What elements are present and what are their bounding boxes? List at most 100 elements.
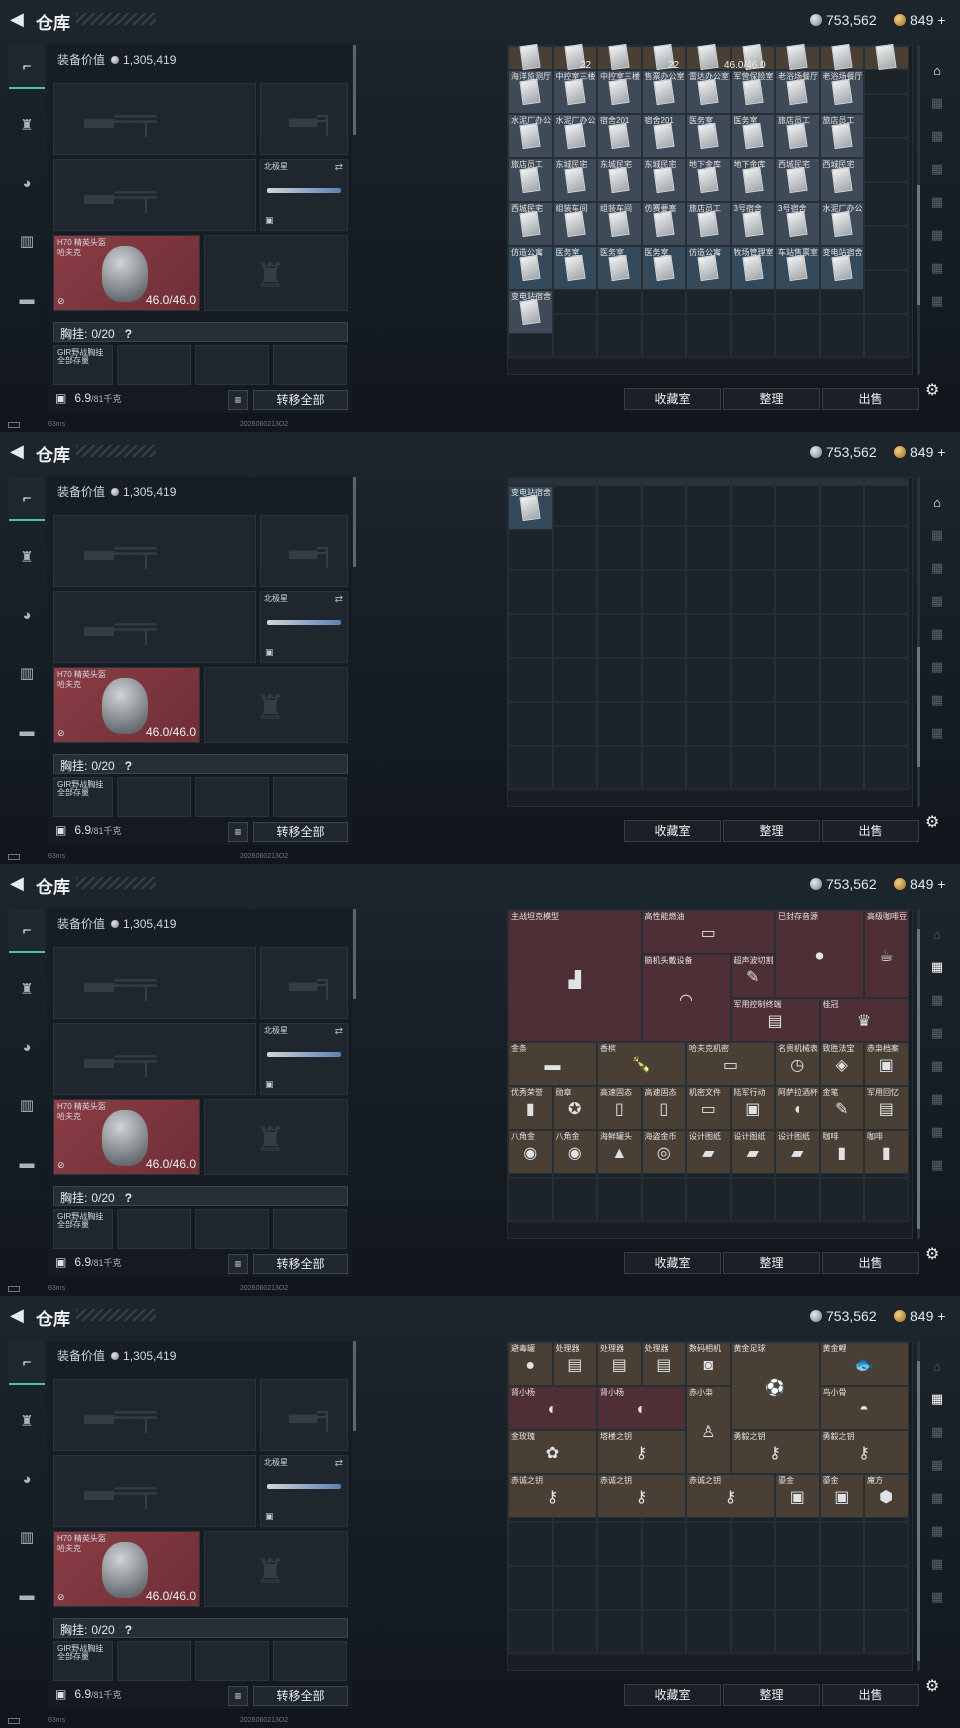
pocket-slot[interactable]: [273, 1641, 347, 1681]
storage-item[interactable]: 机密文件 ▭: [686, 1086, 731, 1130]
empty-cell[interactable]: [775, 702, 820, 746]
help-icon[interactable]: ?: [125, 327, 132, 341]
empty-cell[interactable]: [819, 658, 864, 702]
empty-cell[interactable]: [508, 702, 553, 746]
empty-cell[interactable]: [552, 1610, 597, 1654]
empty-cell[interactable]: [864, 702, 909, 746]
storage-item[interactable]: 东城民宅: [552, 158, 597, 202]
partial-cell[interactable]: [864, 478, 909, 486]
pocket-slot[interactable]: [195, 1641, 269, 1681]
storage-scrollbar[interactable]: [917, 1341, 920, 1671]
storage-item[interactable]: 赤诚之钥 ⚷: [597, 1474, 686, 1518]
empty-cell[interactable]: [641, 1566, 686, 1610]
empty-cell[interactable]: [597, 658, 642, 702]
pocket-slot[interactable]: [195, 1209, 269, 1249]
organize-button[interactable]: 整理: [723, 820, 820, 842]
empty-cell[interactable]: [597, 702, 642, 746]
warehouse-page-tab[interactable]: ▦: [923, 220, 951, 250]
empty-cell[interactable]: [597, 482, 642, 526]
empty-cell[interactable]: [819, 482, 864, 526]
warehouse-page-tab[interactable]: ▦: [923, 1450, 951, 1480]
partial-cell[interactable]: [597, 478, 642, 486]
empty-cell[interactable]: [730, 1178, 775, 1222]
storage-item[interactable]: 赤枭档案 ▣: [864, 1042, 909, 1086]
storage-item[interactable]: 海盗金币 ◎: [641, 1130, 686, 1174]
storage-item[interactable]: [597, 43, 642, 71]
empty-cell[interactable]: [686, 570, 731, 614]
storage-item[interactable]: 老浴场餐厅: [775, 70, 820, 114]
storage-item[interactable]: 黄金鲤 🐟: [819, 1342, 909, 1386]
pistol-slot[interactable]: ▬╕: [260, 947, 348, 1019]
warehouse-page-tab[interactable]: ▦: [923, 1051, 951, 1081]
empty-cell[interactable]: [775, 614, 820, 658]
warehouse-page-tab[interactable]: ▦: [923, 586, 951, 616]
primary-weapon-slot[interactable]: ▬═╤: [53, 515, 256, 587]
armor-slot[interactable]: ♜: [204, 667, 348, 743]
swap-icon[interactable]: ⇄: [335, 594, 343, 605]
empty-cell[interactable]: [641, 1522, 686, 1566]
storage-item[interactable]: 3号宿舍: [775, 202, 820, 246]
chest-rig-slot[interactable]: GIR野战胸挂 全部存量: [53, 777, 113, 817]
melee-slot[interactable]: 北极星 ⇄ ▣: [260, 159, 348, 231]
chest-rig-slot[interactable]: GIR野战胸挂 全部存量: [53, 345, 113, 385]
nav-tab-helmet[interactable]: ◕: [9, 161, 45, 205]
partial-cell[interactable]: [730, 478, 775, 486]
settings-icon[interactable]: ⚙: [925, 1244, 939, 1264]
storage-item[interactable]: 金条 ▬: [508, 1042, 597, 1086]
nav-tab-weapon[interactable]: ⌐: [9, 909, 45, 953]
storage-item[interactable]: 水泥厂办公: [819, 202, 864, 246]
storage-item[interactable]: 肾小杨 ◐: [597, 1386, 686, 1430]
primary-weapon-slot[interactable]: ▬═╤: [53, 83, 256, 155]
nav-tab-case[interactable]: ▬: [9, 709, 45, 753]
storage-item[interactable]: 组装车间: [552, 202, 597, 246]
collection-room-button[interactable]: 收藏室: [624, 1252, 721, 1274]
empty-cell[interactable]: [597, 570, 642, 614]
empty-cell[interactable]: [864, 614, 909, 658]
storage-item[interactable]: 勋章 ✪: [552, 1086, 597, 1130]
storage-item[interactable]: 金笔 ✎: [819, 1086, 864, 1130]
empty-cell[interactable]: [641, 570, 686, 614]
nav-tab-backpack[interactable]: ▥: [9, 1083, 45, 1127]
help-icon[interactable]: ?: [125, 759, 132, 773]
storage-item[interactable]: 老浴场餐厅: [819, 70, 864, 114]
warehouse-page-tab[interactable]: ▦: [923, 952, 951, 982]
warehouse-page-tab[interactable]: ▦: [923, 1084, 951, 1114]
empty-cell[interactable]: [552, 746, 597, 790]
warehouse-page-tab[interactable]: ⌂: [923, 919, 951, 949]
partial-cell[interactable]: [775, 478, 820, 486]
storage-item[interactable]: 变电站宿舍: [508, 290, 553, 334]
partial-cell[interactable]: [641, 478, 686, 486]
storage-item[interactable]: 宿舍201: [597, 114, 642, 158]
sell-button[interactable]: 出售: [822, 1252, 919, 1274]
storage-item[interactable]: 仿造公寓: [508, 246, 553, 290]
warehouse-page-tab[interactable]: ⌂: [923, 1351, 951, 1381]
empty-cell[interactable]: [730, 570, 775, 614]
storage-item[interactable]: 医务室: [686, 114, 731, 158]
empty-cell[interactable]: [641, 314, 686, 358]
empty-cell[interactable]: [641, 658, 686, 702]
storage-item[interactable]: 仿赛要塞: [641, 202, 686, 246]
empty-cell[interactable]: [552, 702, 597, 746]
empty-cell[interactable]: [819, 526, 864, 570]
empty-cell[interactable]: [597, 314, 642, 358]
empty-cell[interactable]: [775, 746, 820, 790]
pocket-slot[interactable]: [117, 345, 191, 385]
pistol-slot[interactable]: ▬╕: [260, 83, 348, 155]
storage-item[interactable]: 鎏金 ▣: [775, 1474, 820, 1518]
collection-room-button[interactable]: 收藏室: [624, 1684, 721, 1706]
nav-tab-helmet[interactable]: ◕: [9, 1457, 45, 1501]
empty-cell[interactable]: [641, 482, 686, 526]
empty-cell[interactable]: [508, 614, 553, 658]
secondary-weapon-slot[interactable]: ▬═╤: [53, 591, 256, 663]
nav-tab-backpack[interactable]: ▥: [9, 219, 45, 263]
empty-cell[interactable]: [819, 1178, 864, 1222]
chest-rig-slot[interactable]: GIR野战胸挂 全部存量: [53, 1209, 113, 1249]
pocket-slot[interactable]: [117, 1641, 191, 1681]
empty-cell[interactable]: [819, 1566, 864, 1610]
storage-scroll-thumb[interactable]: [917, 185, 920, 305]
empty-cell[interactable]: [597, 526, 642, 570]
list-view-button[interactable]: ≡: [228, 390, 248, 410]
storage-item[interactable]: 医务室: [552, 246, 597, 290]
empty-cell[interactable]: [775, 570, 820, 614]
storage-scrollbar[interactable]: [917, 477, 920, 807]
